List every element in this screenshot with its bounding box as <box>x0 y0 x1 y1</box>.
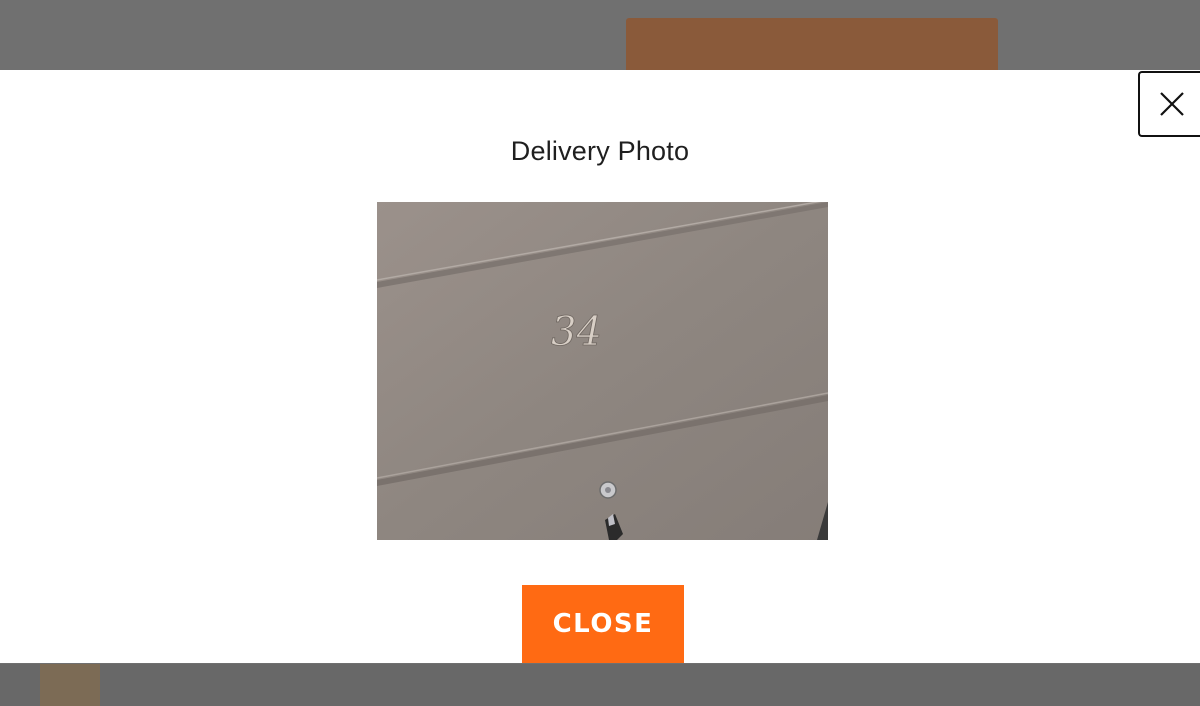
modal-title: Delivery Photo <box>510 136 690 166</box>
close-icon-button[interactable] <box>1138 71 1200 137</box>
delivery-photo: 34 <box>377 202 828 540</box>
close-button[interactable]: CLOSE <box>522 585 684 663</box>
close-icon <box>1160 92 1184 116</box>
door-number: 34 <box>551 309 602 355</box>
background-footer <box>0 664 1200 706</box>
background-orange-button <box>626 18 998 78</box>
background-thumbnail <box>40 664 100 706</box>
